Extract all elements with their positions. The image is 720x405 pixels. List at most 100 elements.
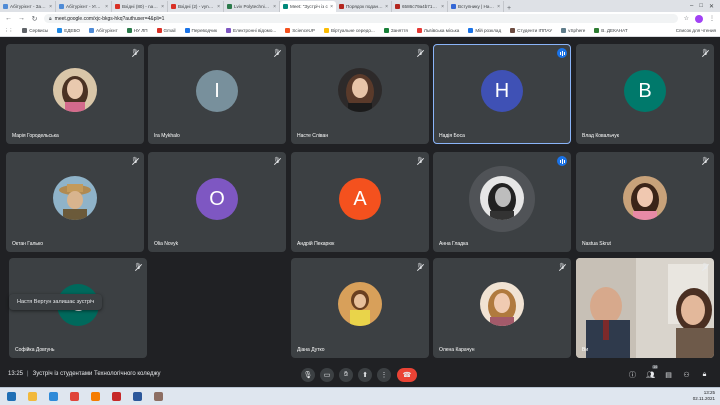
bookmark-item[interactable]: Абітурієнт	[89, 28, 118, 33]
show-everyone-button[interactable]: 👥︎ 14	[645, 365, 658, 380]
close-tab-icon[interactable]: ×	[161, 4, 164, 10]
more-options-button[interactable]: ⋮	[377, 368, 391, 382]
info-icon: ⓘ	[629, 371, 636, 379]
paint-icon[interactable]	[150, 390, 167, 404]
firefox-icon[interactable]	[87, 390, 104, 404]
new-tab-button[interactable]: +	[504, 5, 514, 12]
browser-tab[interactable]: Порядок подання зая×	[336, 1, 392, 12]
url-field[interactable]: 🔒︎ meet.google.com/xjc-bkgs-hkq?authuser…	[44, 14, 678, 23]
participant-name: Ira Mykhalo	[154, 133, 180, 139]
word-icon[interactable]	[129, 390, 146, 404]
bookmark-label: Заняття	[390, 28, 408, 33]
tab-label: Порядок подання зая	[346, 4, 384, 9]
forward-icon[interactable]: →	[18, 15, 25, 22]
participant-tile[interactable]: Анна Гладка	[433, 152, 571, 252]
bookmark-label: Студенти ІППАУ	[517, 28, 553, 33]
avatar	[53, 176, 97, 220]
self-video-feed	[576, 258, 714, 358]
browser-tab[interactable]: Абітурієнт - Угода абі×	[56, 1, 112, 12]
chrome-icon[interactable]	[66, 390, 83, 404]
host-controls-button[interactable]: 🔒︎	[699, 369, 710, 380]
participant-tile[interactable]: 🎙︎ Nastua Skrut	[576, 152, 714, 252]
audio-level-icon	[557, 48, 567, 58]
bookmark-item[interactable]: Заняття	[383, 28, 408, 33]
close-tab-icon[interactable]: ×	[49, 4, 52, 10]
participant-tile[interactable]: 🎙︎ Олена Карачун	[433, 258, 571, 358]
close-window-icon[interactable]: ✕	[709, 3, 714, 10]
avatar	[480, 282, 524, 326]
participant-tile[interactable]: 🎙︎ Ви	[576, 258, 714, 358]
browser-tab[interactable]: 6586c79a4b71808846×	[392, 1, 448, 12]
present-button[interactable]: ⬆	[358, 368, 372, 382]
apps-grid-icon[interactable]: ⋮⋮	[4, 28, 13, 34]
bookmark-item[interactable]: ЕДЕБО	[57, 28, 80, 33]
minimize-icon[interactable]: –	[690, 3, 693, 10]
chat-button[interactable]: ▤	[663, 369, 674, 380]
participant-name: Марія Городельська	[12, 133, 59, 139]
participant-tile[interactable]: 🎙︎ Насте Сліван	[291, 44, 429, 144]
browser-tab[interactable]: Вхідні (80) - nadiaboc×	[112, 1, 168, 12]
tab-label: Вхідні (80) - nadiaboc	[122, 4, 159, 9]
close-tab-icon[interactable]: ×	[385, 4, 388, 10]
reload-icon[interactable]: ↻	[31, 15, 38, 23]
mic-off-icon: 🎙︎	[701, 264, 709, 270]
bookmark-item[interactable]: Мій розклад	[468, 28, 501, 33]
participant-tile[interactable]: 🎙︎ Октан Галько	[6, 152, 144, 252]
camera-icon: ▭	[323, 372, 331, 379]
participant-tile[interactable]: Н Надія Боса	[433, 44, 571, 144]
bookmark-item[interactable]: В. ДЕКАНАТ	[594, 28, 628, 33]
participant-tile[interactable]: O 🎙︎ Olia Novyk	[148, 152, 286, 252]
mic-button[interactable]: 🎙︎	[301, 368, 315, 382]
close-tab-icon[interactable]: ×	[273, 4, 276, 10]
file-explorer-icon[interactable]	[24, 390, 41, 404]
system-clock[interactable]: 13:25 02.11.2021	[693, 390, 715, 402]
star-icon[interactable]: ☆	[684, 15, 689, 22]
internet-explorer-icon[interactable]	[45, 390, 62, 404]
close-tab-icon[interactable]: ×	[441, 4, 444, 10]
browser-tab[interactable]: Абітурієнт - Заява ×	[0, 1, 56, 12]
leave-call-button[interactable]: ☎︎	[397, 368, 417, 382]
bookmark-item[interactable]: Віртуальне середо...	[323, 28, 375, 33]
browser-tab[interactable]: Meet: "Зустріч із с ×	[280, 1, 336, 12]
browser-tab[interactable]: Вступнику | Націонал×	[448, 1, 504, 12]
participant-tile[interactable]: 🎙︎ Марія Городельська	[6, 44, 144, 144]
participant-name: Анна Гладка	[439, 241, 469, 247]
bookmark-item[interactable]: vSphere	[561, 28, 585, 33]
bookmark-item[interactable]: НУ ЛП	[126, 28, 148, 33]
close-tab-icon[interactable]: ×	[105, 4, 108, 10]
avatar[interactable]	[695, 14, 703, 23]
participant-tile[interactable]: I 🎙︎ Ira Mykhalo	[148, 44, 286, 144]
close-tab-icon[interactable]: ×	[497, 4, 500, 10]
tab-label: Meet: "Зустріч із с	[290, 4, 328, 9]
participant-tile[interactable]: А 🎙︎ Андрій Пекарюк	[291, 152, 429, 252]
participant-tile[interactable]: 🎙︎ Діана Дутко	[291, 258, 429, 358]
reading-list-link[interactable]: Список для чтения	[676, 28, 716, 33]
browser-tab[interactable]: Lviv Polytechnic Nation×	[224, 1, 280, 12]
back-icon[interactable]: ←	[5, 15, 12, 22]
meeting-details-button[interactable]: ⓘ	[627, 369, 638, 380]
browser-tab[interactable]: Вхідні (2) - vynachatel×	[168, 1, 224, 12]
participant-tile[interactable]: В 🎙︎ Влад Ковальчук	[576, 44, 714, 144]
lock-icon[interactable]: 🔒︎	[49, 16, 52, 22]
bookmark-item[interactable]: Gmail	[156, 28, 176, 33]
bookmark-item[interactable]: Сервисы	[22, 28, 48, 33]
bookmark-item[interactable]: Переводчик	[184, 28, 217, 33]
start-button[interactable]	[3, 390, 20, 404]
chat-icon: ▤	[665, 371, 672, 379]
close-tab-icon[interactable]: ×	[217, 4, 220, 10]
acrobat-icon[interactable]	[108, 390, 125, 404]
camera-button[interactable]: ▭	[320, 368, 334, 382]
tab-favicon-icon	[171, 4, 176, 9]
browser-menu-icon[interactable]: ⋮	[709, 15, 715, 22]
maximize-icon[interactable]: □	[699, 3, 703, 10]
bookmark-item[interactable]: ScienceUP	[285, 28, 315, 33]
bookmark-item[interactable]: Студенти ІППАУ	[510, 28, 552, 33]
activities-button[interactable]: ⚇	[681, 369, 692, 380]
avatar-letter: O	[209, 187, 225, 210]
bookmark-item[interactable]: Електронні відомо...	[226, 28, 276, 33]
raise-hand-button[interactable]: ✋︎	[339, 368, 353, 382]
participant-count-badge: 14	[652, 365, 658, 369]
bookmark-label: Електронні відомо...	[233, 28, 277, 33]
close-tab-icon[interactable]: ×	[330, 4, 333, 10]
bookmark-item[interactable]: Львівська міська	[416, 28, 459, 33]
